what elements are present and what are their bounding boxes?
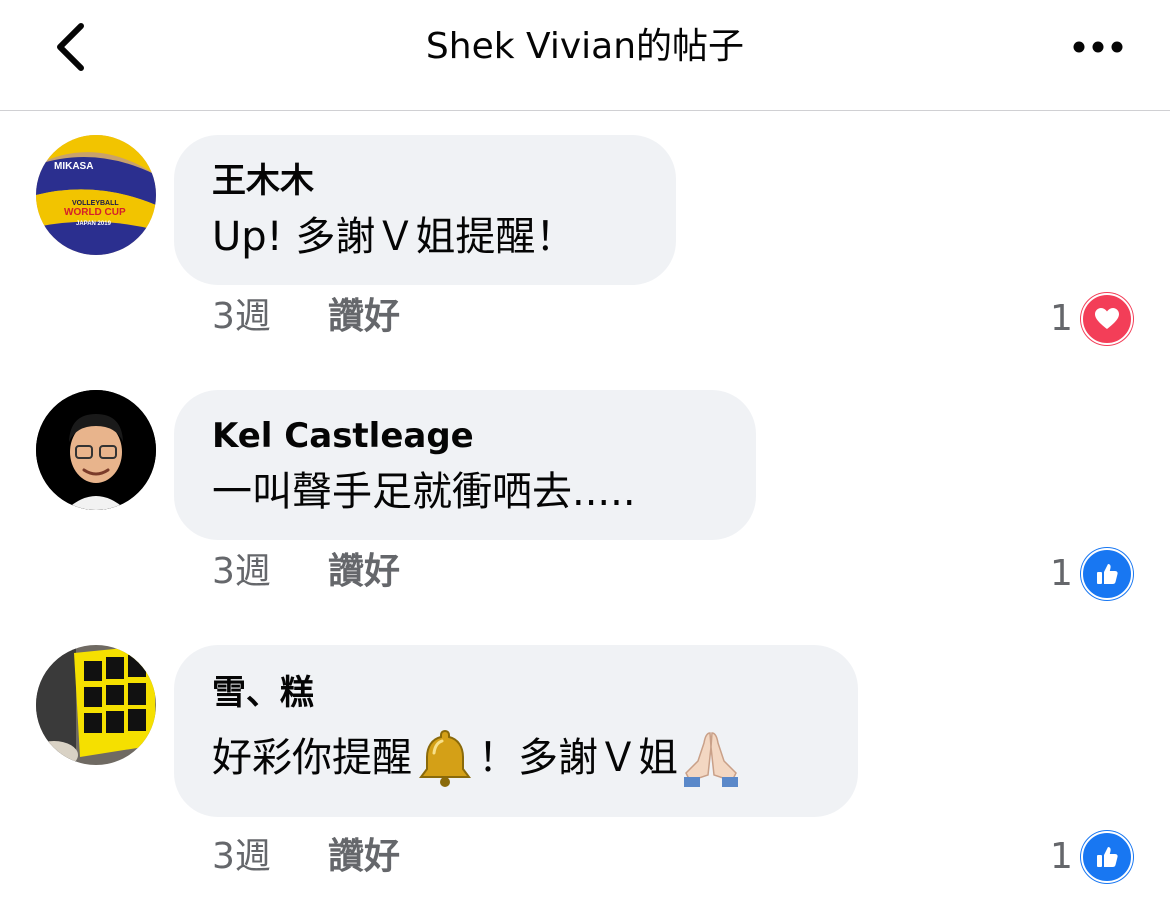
comment-bubble[interactable]: 雪、糕 好彩你提醒 ！多謝Ｖ姐 [174,645,858,817]
comment-meta: 3週 讚好 [212,550,400,594]
comment-text: Up! 多謝Ｖ姐提醒！ [212,214,576,260]
more-options-button[interactable] [1066,22,1130,72]
ball-text: WORLD CUP [64,207,126,218]
comment-item: MIKASA VOLLEYBALL WORLD CUP JAPAN 2019 王… [0,135,1170,390]
memoji-avatar[interactable] [36,390,156,510]
reaction-count: 1 [1050,298,1073,339]
comment-text: 好彩你提醒 ！多謝Ｖ姐 [212,727,820,789]
bell-emoji [419,729,471,787]
reaction-summary[interactable]: 1 [1050,293,1133,345]
comment-author[interactable]: Kel Castleage [212,414,718,458]
comment-meta: 3週 讚好 [212,295,400,339]
comment-time[interactable]: 3週 [212,295,328,339]
praying-hands-emoji [684,732,738,787]
thumbs-up-icon [1080,831,1133,883]
reaction-summary[interactable]: 1 [1050,831,1133,883]
comment-bubble[interactable]: 王木木 Up! 多謝Ｖ姐提醒！ [174,135,676,285]
comment-author[interactable]: 王木木 [212,159,638,203]
ball-text: JAPAN 2019 [76,221,112,227]
reaction-count: 1 [1050,836,1073,877]
thumbs-up-icon [1080,548,1133,600]
ball-text: VOLLEYBALL [72,200,119,207]
heart-icon [1080,293,1133,345]
ellipsis-icon [1073,41,1123,53]
comment-text: 一叫聲手足就衝哂去..... [212,469,636,515]
comment-item: 雪、糕 好彩你提醒 ！多謝Ｖ姐 3週 讚好 1 [0,645,1170,900]
like-button[interactable]: 讚好 [328,550,400,594]
comment-text-part: ！多謝Ｖ姐 [478,735,678,781]
comment-time[interactable]: 3週 [212,550,328,594]
like-button[interactable]: 讚好 [328,295,400,339]
comment-time[interactable]: 3週 [212,835,328,879]
like-button[interactable]: 讚好 [328,835,400,879]
volleyball-avatar[interactable]: MIKASA VOLLEYBALL WORLD CUP JAPAN 2019 [36,135,156,255]
protest-sign-avatar[interactable] [36,645,156,765]
page-title: Shek Vivian的帖子 [425,26,745,67]
comment-bubble[interactable]: Kel Castleage 一叫聲手足就衝哂去..... [174,390,756,540]
top-bar: Shek Vivian的帖子 [0,0,1170,111]
comment-author[interactable]: 雪、糕 [212,671,820,715]
reaction-summary[interactable]: 1 [1050,548,1133,600]
comment-item: Kel Castleage 一叫聲手足就衝哂去..... 3週 讚好 1 [0,390,1170,645]
comment-text-part: 好彩你提醒 [212,735,412,781]
ball-text: MIKASA [54,161,93,172]
comment-meta: 3週 讚好 [212,835,400,879]
reaction-count: 1 [1050,553,1073,594]
